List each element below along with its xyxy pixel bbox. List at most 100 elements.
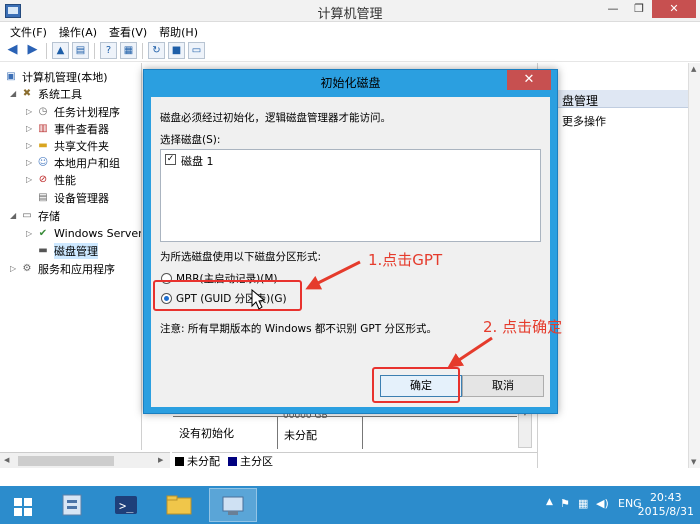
dialog-title: 初始化磁盘	[320, 76, 381, 90]
disk-list: ✓ 磁盘 1	[160, 149, 541, 242]
tools-icon: ✖	[22, 88, 32, 99]
services-icon: ⚙	[22, 263, 32, 274]
tree-root[interactable]: ▣ 计算机管理(本地)	[4, 68, 107, 85]
step2-annotation: 2. 点击确定	[483, 318, 563, 336]
ok-highlight-box	[372, 367, 460, 403]
event-viewer-icon: ▥	[38, 123, 48, 134]
menu-action[interactable]: 操作(A)	[55, 22, 105, 40]
tree-shared-folders[interactable]: ▷ ▬ 共享文件夹	[26, 137, 109, 154]
network-icon[interactable]: ▦	[578, 497, 588, 510]
expand-arrow-icon[interactable]: ▷	[26, 107, 36, 116]
minimize-button[interactable]: —	[600, 0, 626, 18]
tree-windows-server[interactable]: ▷ ✔ Windows Server	[26, 225, 141, 242]
folder-icon	[166, 495, 192, 515]
select-disk-label: 选择磁盘(S):	[160, 134, 221, 146]
menu-view[interactable]: 查看(V)	[105, 22, 155, 40]
tree-device-manager[interactable]: ▤ 设备管理器	[36, 189, 109, 206]
system-tray: ▲ ⚑ ▦ ◀) ENG 20:43 2015/8/31	[540, 486, 700, 524]
partition-legend: 未分配 主分区	[172, 452, 538, 468]
toolbar: ◀ ▶ ▲ ▤ ? ▦ ↻ ■ ▭	[0, 40, 700, 62]
scroll-left-icon[interactable]: ◀	[4, 456, 9, 464]
storage-icon: ▭	[22, 210, 32, 221]
scroll-right-icon[interactable]: ▶	[158, 456, 163, 464]
disk-1-label[interactable]: 磁盘 1	[181, 153, 214, 169]
windows-logo-icon	[14, 498, 32, 516]
expand-arrow-icon[interactable]: ▷	[26, 141, 36, 150]
tree-performance[interactable]: ▷ ⊘ 性能	[26, 171, 76, 188]
help-icon[interactable]: ?	[100, 42, 117, 59]
collapse-arrow-icon[interactable]: ◢	[10, 211, 20, 220]
clock-icon: ◷	[38, 106, 48, 117]
status-strip	[0, 468, 700, 486]
actions-scrollbar[interactable]: ▲ ▼	[688, 63, 700, 468]
dialog-close-button[interactable]: ✕	[507, 70, 551, 90]
tree-task-scheduler[interactable]: ▷ ◷ 任务计划程序	[26, 103, 120, 120]
performance-icon: ⊘	[38, 174, 48, 185]
menu-file[interactable]: 文件(F)	[6, 22, 55, 40]
close-button[interactable]: ✕	[652, 0, 696, 18]
partition-style-label: 为所选磁盘使用以下磁盘分区形式:	[160, 251, 322, 263]
back-arrow-icon[interactable]: ◀	[4, 42, 21, 59]
volume-icon[interactable]: ◀)	[596, 497, 609, 510]
properties-icon[interactable]: ■	[168, 42, 185, 59]
device-manager-icon: ▤	[38, 192, 48, 203]
backup-icon: ✔	[38, 228, 48, 239]
tree-local-users[interactable]: ▷ ☺ 本地用户和组	[26, 154, 120, 171]
powershell-taskbar-button[interactable]: >_	[103, 488, 151, 522]
forward-arrow-icon[interactable]: ▶	[24, 42, 41, 59]
window-title: 计算机管理	[317, 7, 383, 22]
dialog-body: 磁盘必须经过初始化，逻辑磁盘管理器才能访问。 选择磁盘(S): ✓ 磁盘 1 为…	[151, 97, 550, 407]
tree-horizontal-scrollbar[interactable]: ◀ ▶	[0, 452, 170, 468]
show-hidden-icons[interactable]: ▲	[546, 497, 553, 507]
refresh-icon[interactable]: ↻	[148, 42, 165, 59]
tree-storage[interactable]: ◢ ▭ 存储	[10, 207, 60, 224]
clock-time: 20:43	[649, 491, 682, 504]
tree-event-viewer[interactable]: ▷ ▥ 事件查看器	[26, 120, 109, 137]
gpt-note: 注意: 所有早期版本的 Windows 都不识别 GPT 分区形式。	[160, 323, 437, 335]
collapse-arrow-icon[interactable]: ◢	[10, 89, 20, 98]
expand-arrow-icon[interactable]: ▷	[26, 229, 36, 238]
disk-1-checkbox[interactable]: ✓	[165, 154, 176, 165]
svg-text:>_: >_	[119, 499, 134, 513]
disk-row: 没有初始化 00000 GB 未分配	[173, 411, 517, 449]
disk-icon[interactable]: ▭	[188, 42, 205, 59]
file-explorer-taskbar-button[interactable]	[156, 488, 204, 522]
expand-arrow-icon[interactable]: ▷	[26, 175, 36, 184]
users-icon: ☺	[37, 157, 49, 168]
expand-arrow-icon[interactable]: ▷	[10, 264, 20, 273]
console-tree-icon[interactable]: ▤	[72, 42, 89, 59]
tree-system-tools[interactable]: ◢ ✖ 系统工具	[10, 85, 82, 102]
primary-swatch	[228, 457, 237, 466]
scroll-up-icon[interactable]: ▲	[691, 65, 696, 73]
view-icon[interactable]: ▦	[120, 42, 137, 59]
scroll-down-icon[interactable]: ▼	[691, 458, 696, 466]
legend-unallocated: 未分配	[175, 453, 220, 469]
tree-disk-management[interactable]: ▬ 磁盘管理	[36, 242, 98, 259]
toolbar-divider	[142, 42, 143, 59]
tree-services[interactable]: ▷ ⚙ 服务和应用程序	[10, 260, 115, 277]
computer-icon: ▣	[6, 71, 16, 82]
actions-panel: 盘管理 ▲ 更多操作 ▲ ▼	[537, 63, 700, 468]
taskbar: >_ ▲ ⚑ ▦ ◀) ENG 20:43 2015/8/31	[0, 486, 700, 524]
step1-annotation: 1.点击GPT	[368, 251, 443, 269]
menu-help[interactable]: 帮助(H)	[155, 22, 206, 40]
menu-bar: 文件(F) 操作(A) 查看(V) 帮助(H)	[0, 22, 700, 40]
computer-management-taskbar-button[interactable]	[209, 488, 257, 522]
start-button[interactable]	[0, 488, 46, 522]
expand-arrow-icon[interactable]: ▷	[26, 124, 36, 133]
unallocated-region[interactable]: 未分配	[277, 417, 363, 449]
title-bar: 计算机管理 — ❐ ✕	[0, 0, 700, 22]
cancel-button[interactable]: 取消	[462, 375, 544, 397]
clock[interactable]: 20:43 2015/8/31	[638, 491, 694, 519]
maximize-button[interactable]: ❐	[626, 0, 652, 18]
server-manager-taskbar-button[interactable]	[50, 488, 98, 522]
clock-date: 2015/8/31	[637, 505, 694, 518]
scrollbar-thumb[interactable]	[18, 456, 114, 466]
more-actions[interactable]: 更多操作	[562, 113, 606, 129]
initialize-disk-dialog: 初始化磁盘 ✕ 磁盘必须经过初始化，逻辑磁盘管理器才能访问。 选择磁盘(S): …	[143, 69, 558, 414]
up-folder-icon[interactable]: ▲	[52, 42, 69, 59]
action-center-icon[interactable]: ⚑	[560, 497, 570, 510]
actions-header[interactable]: 盘管理 ▲	[538, 90, 700, 108]
window-controls: — ❐ ✕	[600, 0, 696, 18]
expand-arrow-icon[interactable]: ▷	[26, 158, 36, 167]
